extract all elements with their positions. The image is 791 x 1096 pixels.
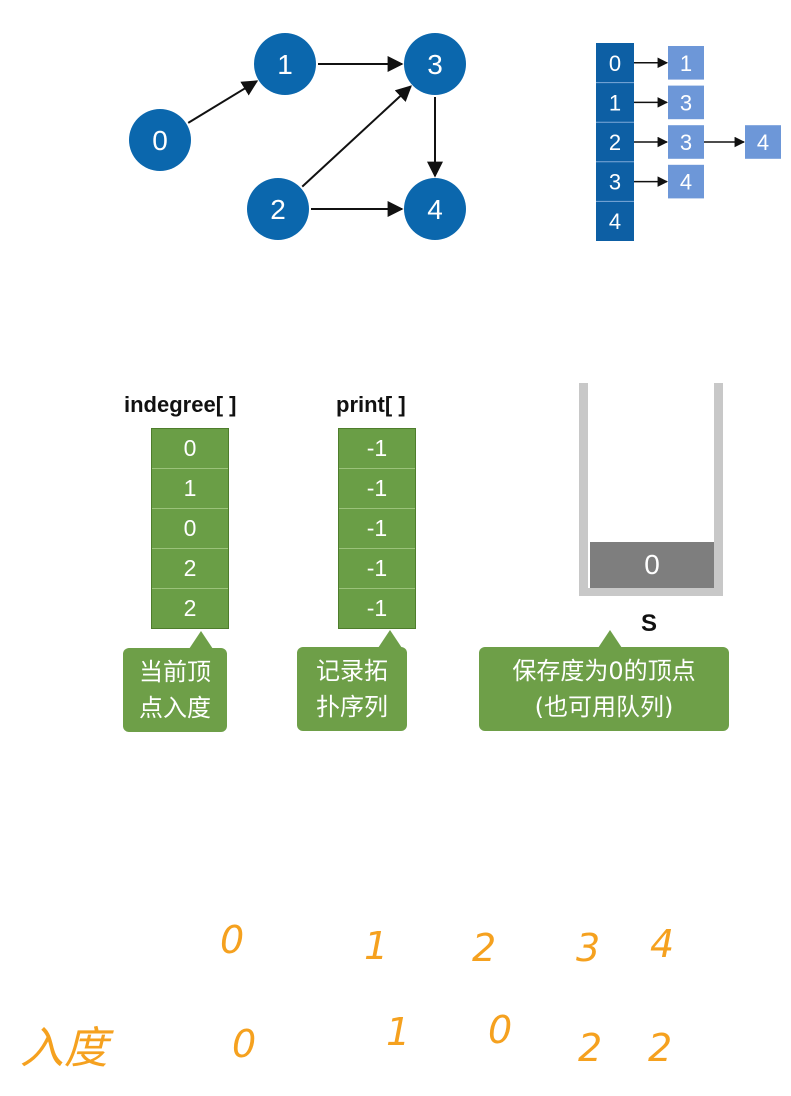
adjacency-head-0: 0 xyxy=(609,51,621,76)
print-array: -1 -1 -1 -1 -1 xyxy=(338,428,416,629)
stack-callout-line: 保存度为0的顶点 xyxy=(512,657,696,685)
indegree-cell: 1 xyxy=(152,469,228,509)
graph-diagram: 0 1 2 3 4 0 1 1 3 2 3 4 3 4 4 xyxy=(129,33,781,241)
handwritten-row-label: 入度 xyxy=(20,1023,108,1074)
indegree-cell: 2 xyxy=(152,589,228,628)
adjacency-head-4: 4 xyxy=(609,209,621,234)
adjacency-head-3: 3 xyxy=(609,170,621,195)
handwritten-degree: 0 xyxy=(488,1008,513,1052)
handwritten-vertex: 2 xyxy=(472,926,497,970)
stack-callout: 保存度为0的顶点 (也可用队列) xyxy=(479,630,729,731)
stack-bottom xyxy=(579,588,723,596)
indegree-cell: 0 xyxy=(152,429,228,469)
graph-node-0: 0 xyxy=(129,109,191,171)
stack-callout-line: (也可用队列) xyxy=(534,693,674,721)
stack-item: 0 xyxy=(590,542,714,588)
adjacency-node-3: 3 xyxy=(680,130,692,155)
print-callout-line: 记录拓 xyxy=(316,657,388,685)
graph-node-label: 3 xyxy=(427,49,443,80)
print-callout-line: 扑序列 xyxy=(316,693,388,721)
graph-nodes: 0 1 2 3 4 xyxy=(129,33,466,240)
graph-node-label: 0 xyxy=(152,125,168,156)
graph-edges xyxy=(187,56,443,217)
handwritten-degree: 1 xyxy=(386,1010,411,1054)
adjacency-head-2: 2 xyxy=(609,130,621,155)
graph-node-label: 2 xyxy=(270,194,286,225)
indegree-callout: 当前顶 点入度 xyxy=(123,631,227,732)
graph-node-1: 1 xyxy=(254,33,316,95)
print-cell: -1 xyxy=(339,469,415,509)
handwritten-vertex: 3 xyxy=(576,926,601,970)
handwritten-degree: 2 xyxy=(648,1026,673,1070)
indegree-cell: 2 xyxy=(152,549,228,589)
handwritten-vertex: 1 xyxy=(364,924,389,968)
stack-label: S xyxy=(641,610,658,637)
indegree-title: indegree[ ] xyxy=(124,392,237,417)
graph-node-3: 3 xyxy=(404,33,466,95)
print-cell: -1 xyxy=(339,509,415,549)
print-cell: -1 xyxy=(339,549,415,589)
print-title: print[ ] xyxy=(336,392,406,417)
handwritten-vertex: 0 xyxy=(220,918,245,962)
handwritten-degree: 2 xyxy=(578,1026,603,1070)
edge-2-3 xyxy=(301,85,412,188)
graph-node-label: 4 xyxy=(427,194,443,225)
indegree-cell: 0 xyxy=(152,509,228,549)
print-cell: -1 xyxy=(339,429,415,469)
graph-node-2: 2 xyxy=(247,178,309,240)
edge-0-1 xyxy=(187,80,259,124)
indegree-array: 01022 xyxy=(151,428,229,629)
adjacency-node-4: 4 xyxy=(680,170,692,195)
stack-right-wall xyxy=(714,383,723,596)
adjacency-node-3: 3 xyxy=(680,90,692,115)
adjacency-node-1: 1 xyxy=(680,51,692,76)
graph-node-4: 4 xyxy=(404,178,466,240)
handwritten-degree: 0 xyxy=(232,1022,257,1066)
stack-left-wall xyxy=(579,383,588,596)
print-callout: 记录拓 扑序列 xyxy=(297,630,407,731)
indegree-callout-line: 当前顶 xyxy=(139,658,211,686)
adjacency-head-1: 1 xyxy=(609,90,621,115)
print-cell: -1 xyxy=(339,589,415,628)
handwritten-vertex: 4 xyxy=(650,922,675,966)
adjacency-node-4: 4 xyxy=(757,130,769,155)
adjacency-list: 0 1 1 3 2 3 4 3 4 4 xyxy=(596,43,781,241)
indegree-callout-line: 点入度 xyxy=(139,694,211,722)
graph-node-label: 1 xyxy=(277,49,293,80)
